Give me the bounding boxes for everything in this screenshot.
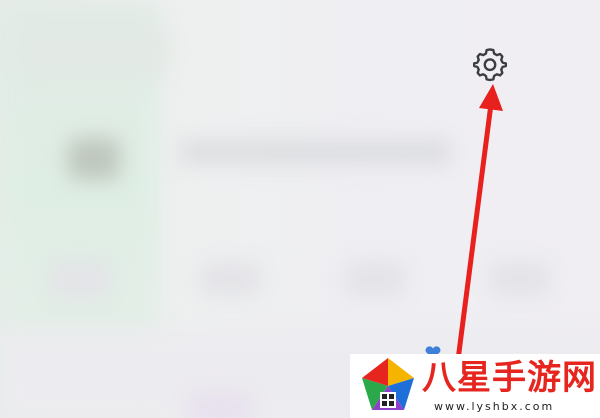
- blurred-header: [20, 30, 170, 70]
- blurred-stat: [50, 262, 110, 296]
- blurred-stat: [490, 262, 550, 296]
- settings-button[interactable]: [470, 44, 510, 84]
- watermark-url-text: www.lyshbx.com: [434, 400, 555, 413]
- watermark-brand-text: 八星手游网: [422, 358, 597, 398]
- blurred-username: [180, 140, 450, 164]
- blurred-content: [190, 395, 250, 418]
- blurred-stat: [200, 262, 260, 296]
- watermark-logo: [362, 358, 414, 410]
- blurred-avatar: [68, 138, 120, 180]
- blurred-stat: [345, 262, 405, 296]
- gear-icon: [472, 48, 508, 82]
- site-watermark: 八星手游网 www.lyshbx.com: [350, 354, 600, 418]
